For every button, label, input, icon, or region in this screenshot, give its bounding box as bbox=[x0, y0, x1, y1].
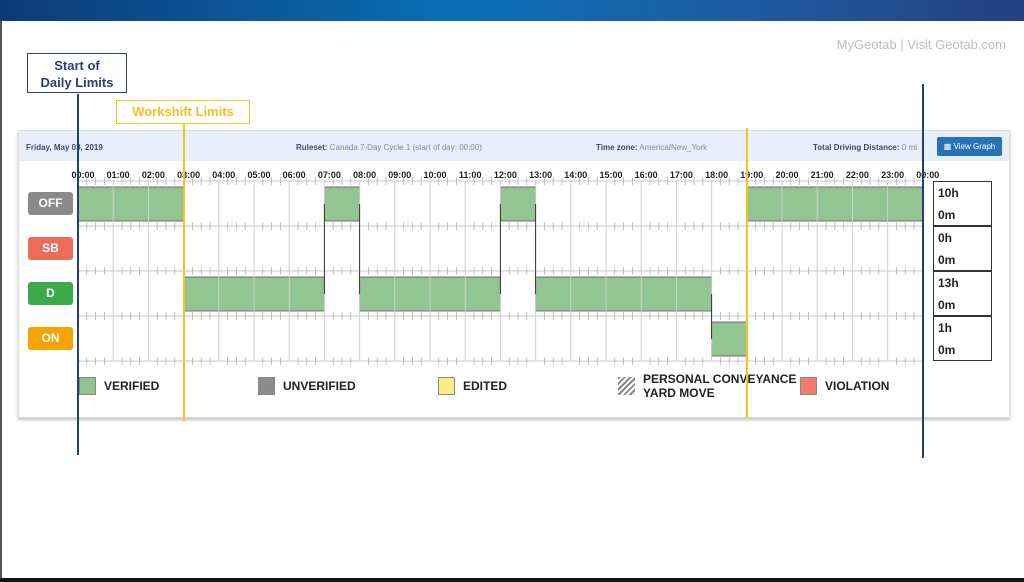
status-off: OFF bbox=[28, 192, 73, 215]
legend-item: VIOLATION bbox=[825, 379, 889, 393]
legend-swatch bbox=[79, 377, 96, 395]
status-on: ON bbox=[28, 327, 73, 350]
legend-item: UNVERIFIED bbox=[283, 379, 356, 393]
log-grid bbox=[77, 177, 924, 365]
legend-swatch bbox=[258, 377, 275, 395]
total-hours: 1h bbox=[938, 321, 953, 335]
segment-off bbox=[499, 186, 536, 222]
legend-swatch bbox=[618, 377, 635, 395]
total-on: 1h 0m bbox=[933, 316, 992, 361]
legend-swatch bbox=[800, 377, 817, 395]
total-minutes: 0m bbox=[938, 208, 956, 222]
workshift-start-line bbox=[182, 124, 185, 421]
legend-label: EDITED bbox=[463, 379, 508, 393]
total-minutes: 0m bbox=[938, 298, 956, 312]
legend-label: VERIFIED bbox=[104, 379, 160, 393]
segment-off bbox=[323, 186, 360, 222]
total-hours: 13h bbox=[938, 276, 959, 290]
legend-label: UNVERIFIED bbox=[283, 379, 356, 393]
segment-d bbox=[535, 276, 712, 312]
segment-off bbox=[746, 186, 924, 222]
segment-on bbox=[711, 321, 748, 357]
status-sb: SB bbox=[28, 237, 73, 260]
total-hours: 10h bbox=[938, 186, 959, 200]
legend-label: VIOLATION bbox=[825, 379, 890, 393]
legend-swatch bbox=[438, 377, 455, 395]
daily-start-line bbox=[77, 94, 79, 455]
total-off: 10h 0m bbox=[933, 181, 992, 226]
legend-label: PERSONAL CONVEYANCE bbox=[643, 372, 797, 386]
callout-line: Daily Limits bbox=[40, 75, 114, 90]
total-minutes: 0m bbox=[938, 343, 956, 357]
total-sb: 0h 0m bbox=[933, 226, 992, 271]
total-hours: 0h bbox=[938, 231, 953, 245]
workshift-end-line bbox=[745, 128, 748, 418]
daily-limits-callout: Start of Daily Limits bbox=[27, 53, 127, 93]
segment-off bbox=[77, 186, 184, 222]
callout-line: Start of bbox=[54, 58, 100, 73]
legend-item: VERIFIED bbox=[104, 379, 159, 393]
workshift-limits-callout: Workshift Limits bbox=[116, 100, 250, 124]
legend-label: YARD MOVE bbox=[643, 386, 715, 400]
total-minutes: 0m bbox=[938, 253, 956, 267]
legend-item: EDITED bbox=[463, 379, 507, 393]
legend-item: PERSONAL CONVEYANCE YARD MOVE bbox=[643, 372, 796, 400]
total-d: 13h 0m bbox=[933, 271, 992, 316]
status-d: D bbox=[28, 282, 73, 305]
daily-end-line bbox=[921, 84, 924, 458]
